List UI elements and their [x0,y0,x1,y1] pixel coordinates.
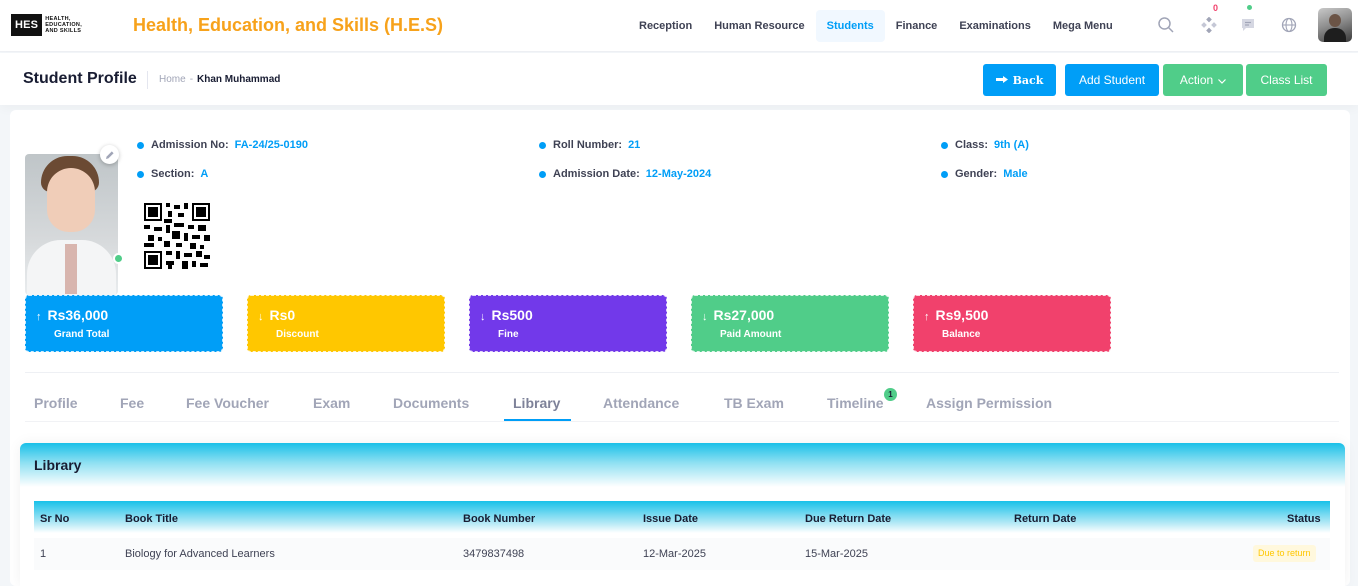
gender-value: Male [1003,168,1028,180]
arrow-up-icon: ↑ [924,311,930,323]
status-badge: Due to return [1253,545,1316,562]
tab-assign-permission[interactable]: Assign Permission [926,395,1052,411]
tab-fee-voucher[interactable]: Fee Voucher [186,395,269,411]
nav-finance[interactable]: Finance [885,10,949,42]
nav-examinations[interactable]: Examinations [948,10,1042,42]
field-admission-no: Admission No: FA-24/25-0190 [137,139,308,151]
tab-timeline[interactable]: Timeline [827,395,884,411]
cell-book-title: Biology for Advanced Learners [125,548,275,560]
arrow-up-icon: ↑ [36,311,42,323]
stat-balance: ↑ Rs9,500 Balance [913,295,1111,352]
hand-pointer-icon [995,74,1008,87]
stat-paid-amount: ↓ Rs27,000 Paid Amount [691,295,889,352]
tab-tb-exam[interactable]: TB Exam [724,395,784,411]
bullet-dot [539,141,546,149]
tab-exam[interactable]: Exam [313,395,350,411]
top-header: HES HEALTH, EDUCATION, AND SKILLS Health… [0,0,1358,52]
bullet-dot [137,141,144,149]
logo-box: HES [11,14,43,36]
brand-title: Health, Education, and Skills (H.E.S) [133,15,444,35]
tab-documents[interactable]: Documents [393,395,469,411]
qr-code [144,203,210,269]
library-header [20,443,1345,487]
library-title: Library [34,457,82,473]
title-divider [147,71,148,89]
breadcrumb: Home - Khan Muhammad [159,74,280,85]
search-icon[interactable] [1155,14,1177,36]
top-nav: Reception Human Resource Students Financ… [628,10,1124,42]
status-dot [1247,5,1252,10]
field-class: Class: 9th (A) [941,139,1029,151]
back-button[interactable]: Back [983,64,1056,96]
col-due-return-date: Due Return Date [805,513,892,525]
nav-reception[interactable]: Reception [628,10,703,42]
breadcrumb-separator: - [189,74,194,85]
stat-grand-total: ↑ Rs36,000 Grand Total [25,295,223,352]
apps-icon[interactable] [1198,14,1220,36]
col-sr-no: Sr No [40,513,70,525]
admission-date-value: 12-May-2024 [645,168,712,180]
section-value: A [200,168,209,180]
field-admission-date: Admission Date: 12-May-2024 [539,168,711,180]
action-label: Action [1179,73,1214,87]
arrow-down-icon: ↓ [702,311,708,323]
tab-library[interactable]: Library [513,395,560,411]
action-dropdown-button[interactable]: Action [1163,64,1243,96]
nav-human-resource[interactable]: Human Resource [703,10,815,42]
logo-text: HEALTH, EDUCATION, AND SKILLS [45,16,83,34]
field-gender: Gender: Male [941,168,1028,180]
tab-fee[interactable]: Fee [120,395,144,411]
tabs-separator [25,372,1339,373]
cell-due-return-date: 15-Mar-2025 [805,548,868,560]
tab-profile[interactable]: Profile [34,395,78,411]
bullet-dot [137,170,144,178]
tabs-bottom-line [25,421,1339,422]
tab-attendance[interactable]: Attendance [603,395,679,411]
field-section: Section: A [137,168,208,180]
breadcrumb-current: Khan Muhammad [197,74,281,85]
stat-discount: ↓ Rs0 Discount [247,295,445,352]
edit-photo-pencil-icon[interactable] [100,145,119,164]
notification-count: 0 [1213,3,1219,13]
class-value: 9th (A) [994,139,1029,151]
library-panel: Library Sr No Book Title Book Number Iss… [20,443,1345,586]
globe-icon[interactable] [1278,14,1300,36]
app-logo[interactable]: HES HEALTH, EDUCATION, AND SKILLS [11,14,87,36]
student-photo [25,154,118,295]
active-tab-indicator [504,419,571,421]
col-book-number: Book Number [463,513,536,525]
field-roll-number: Roll Number: 21 [539,139,640,151]
arrow-down-icon: ↓ [258,311,264,323]
arrow-down-icon: ↓ [480,311,486,323]
chevron-down-icon [1218,73,1227,87]
bullet-dot [539,170,546,178]
roll-number-value: 21 [628,139,641,151]
stat-fine: ↓ Rs500 Fine [469,295,667,352]
nav-students[interactable]: Students [815,10,885,42]
cell-issue-date: 12-Mar-2025 [643,548,706,560]
timeline-badge: 1 [884,388,897,401]
page-title: Student Profile [23,70,137,87]
chat-icon[interactable] [1237,14,1259,36]
bullet-dot [941,141,948,149]
col-issue-date: Issue Date [643,513,699,525]
class-list-button[interactable]: Class List [1246,64,1327,96]
col-status: Status [1287,513,1321,525]
breadcrumb-home[interactable]: Home [159,74,186,85]
add-student-button[interactable]: Add Student [1065,64,1159,96]
col-book-title: Book Title [125,513,178,525]
cell-sr-no: 1 [40,548,47,560]
cell-book-number: 3479837498 [463,548,525,560]
page-toolbar: Student Profile Home - Khan Muhammad Back … [0,53,1358,105]
bullet-dot [941,170,948,178]
admission-no-value: FA-24/25-0190 [234,139,309,151]
back-label: Back [1012,73,1044,87]
user-avatar[interactable] [1318,8,1352,42]
col-return-date: Return Date [1014,513,1077,525]
nav-mega-menu[interactable]: Mega Menu [1042,10,1124,42]
online-status-dot [113,253,124,264]
